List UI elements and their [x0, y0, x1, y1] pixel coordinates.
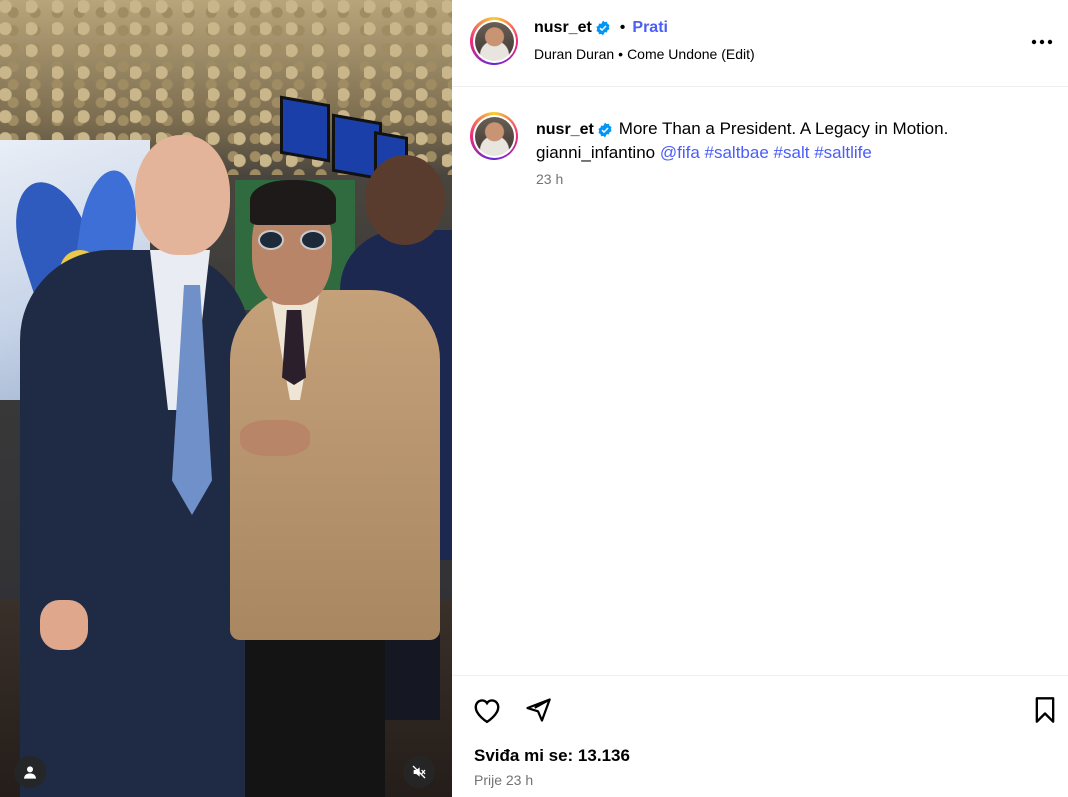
bookmark-icon — [1035, 697, 1055, 723]
hashtag-link-saltbae[interactable]: #saltbae — [705, 143, 769, 162]
separator-dot: • — [618, 46, 624, 62]
photo-person — [135, 135, 230, 255]
avatar-image — [474, 21, 514, 61]
caption-timestamp: 23 h — [536, 171, 564, 187]
hashtag-link-saltlife[interactable]: #saltlife — [814, 143, 872, 162]
more-options-icon — [1031, 39, 1053, 45]
caption-body: More Than a President. A Legacy in Motio… — [618, 119, 949, 138]
header-user-row: nusr_et • Prati — [534, 19, 668, 37]
heart-icon — [474, 699, 500, 724]
photo-person — [40, 600, 88, 650]
follow-button[interactable]: Prati — [632, 19, 668, 37]
mute-button[interactable] — [403, 756, 435, 788]
username-link[interactable]: nusr_et — [534, 19, 592, 37]
caption-text: nusr_et More Than a President. A Legacy … — [536, 117, 1036, 164]
audio-info[interactable]: Duran Duran • Come Undone (Edit) — [534, 46, 755, 62]
save-button[interactable] — [1030, 695, 1060, 725]
username-link[interactable]: nusr_et — [536, 118, 594, 141]
likes-count[interactable]: Sviđa mi se: 13.136 — [474, 746, 630, 766]
post-date: Prije 23 h — [474, 772, 534, 788]
mention-link-fifa[interactable]: @fifa — [660, 143, 700, 162]
photo-person — [240, 420, 310, 456]
caption-mention: gianni_infantino — [536, 143, 656, 162]
hashtag-link-salt[interactable]: #salt — [774, 143, 810, 162]
share-button[interactable] — [523, 695, 553, 725]
post-info-panel: nusr_et • Prati Duran Duran • Come Undone … — [452, 0, 1068, 797]
post-actions: Sviđa mi se: 13.136 Prije 23 h — [452, 675, 1068, 797]
verified-badge-icon — [596, 20, 610, 36]
user-tag-icon — [24, 766, 36, 779]
send-icon — [526, 698, 551, 722]
more-options-button[interactable] — [1030, 30, 1054, 54]
photo-person — [250, 180, 336, 225]
post-media[interactable] — [0, 0, 452, 797]
photo-sunglasses — [258, 230, 330, 250]
separator-dot: • — [619, 19, 626, 36]
like-button[interactable] — [472, 695, 502, 725]
photo-person — [20, 250, 250, 797]
audio-artist: Duran Duran — [534, 46, 615, 62]
caption-section: nusr_et More Than a President. A Legacy … — [452, 88, 1068, 675]
post-header: nusr_et • Prati Duran Duran • Come Undone … — [452, 0, 1068, 87]
verified-badge-icon — [598, 122, 612, 137]
avatar[interactable] — [470, 17, 518, 65]
photo-person — [365, 155, 445, 245]
user-tag-button[interactable] — [14, 756, 46, 788]
avatar[interactable] — [470, 112, 518, 160]
photo-person — [230, 290, 440, 640]
audio-track: Come Undone (Edit) — [627, 46, 755, 62]
avatar-image — [474, 116, 514, 156]
sound-off-icon — [412, 765, 426, 779]
